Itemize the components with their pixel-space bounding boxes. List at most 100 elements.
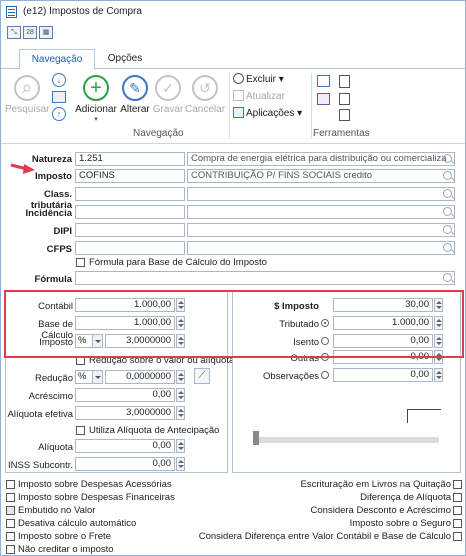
option-label: Considera Diferença entre Valor Contábil… [198, 531, 451, 542]
chat-icon[interactable] [317, 75, 330, 87]
ribbon-separator [229, 73, 230, 139]
imposto-label: Imposto [35, 171, 72, 182]
reducao-unit-select[interactable]: % [75, 370, 103, 384]
option-label: Imposto sobre o Seguro [349, 518, 451, 529]
export-icon[interactable] [339, 109, 350, 121]
option-checkbox[interactable] [453, 532, 462, 541]
option-label: Escrituração em Livros na Quitação [300, 479, 451, 490]
reducao-label: Redução [34, 373, 73, 384]
window: (e12) Impostos de Compra ⤡ 28 ▦ Navegaçã… [0, 0, 466, 556]
search-icon[interactable] [443, 225, 452, 234]
window-title: (e12) Impostos de Compra [23, 6, 142, 17]
plus-icon: + [83, 75, 109, 101]
option-checkbox[interactable] [453, 480, 462, 489]
cancelar-button[interactable]: ↺ Cancelar [185, 75, 225, 115]
cfps-label: CFPS [46, 244, 72, 255]
natureza-field[interactable]: 1.251 [75, 152, 185, 166]
acrescimo-spinner[interactable] [176, 388, 185, 402]
option-checkbox[interactable] [453, 519, 462, 528]
reducao-field[interactable]: 0,0000000 [105, 370, 175, 384]
list-icon[interactable] [52, 91, 66, 103]
option-label: Imposto sobre Despesas Acessórias [18, 479, 172, 490]
atualizar-button[interactable]: Atualizar [233, 90, 285, 104]
calendar-icon[interactable]: 28 [23, 26, 37, 39]
preview-frame [407, 409, 441, 423]
adicionar-label: Adicionar [75, 104, 117, 115]
aliquota-efetiva-label: Alíquota efetiva [7, 409, 74, 420]
option-label: Não creditar o imposto [18, 544, 114, 555]
formula-field[interactable] [75, 271, 455, 285]
pesquisar-button[interactable]: ⌕ Pesquisar [5, 75, 49, 115]
search-icon[interactable] [443, 171, 452, 180]
search-icon[interactable] [443, 154, 452, 163]
option-checkbox[interactable] [6, 480, 15, 489]
magic-wand-icon[interactable]: ⟋ [194, 368, 210, 384]
cfps-field[interactable] [75, 241, 185, 255]
search-icon[interactable] [443, 207, 452, 216]
observacoes-field[interactable]: 0,00 [333, 368, 433, 382]
gravar-label: Gravar [152, 104, 184, 115]
tab-navegacao[interactable]: Navegação [19, 49, 95, 70]
option-checkbox[interactable] [6, 545, 15, 554]
alterar-button[interactable]: ✎ Alterar [119, 75, 151, 115]
aplicacoes-button[interactable]: Aplicações ▾ [233, 107, 302, 121]
reducao-unit-value: % [78, 371, 87, 382]
tab-opcoes[interactable]: Opções [99, 49, 151, 70]
observacoes-label: Observações [263, 371, 319, 382]
collapse-icon[interactable]: ⤡ [7, 26, 21, 39]
imposto-field[interactable]: COFINS [75, 169, 185, 183]
delete-icon [233, 73, 244, 84]
option-checkbox[interactable] [6, 506, 15, 515]
highlight-box [4, 290, 464, 358]
incidencia-description [187, 205, 455, 219]
acrescimo-field[interactable]: 0,00 [75, 388, 175, 402]
aliquota-field[interactable]: 0,00 [75, 439, 175, 453]
pencil-icon: ✎ [122, 75, 148, 101]
aliquota-efetiva-spinner[interactable] [176, 406, 185, 420]
aliquota-spinner[interactable] [176, 439, 185, 453]
print-icon[interactable] [339, 93, 350, 105]
grid-icon[interactable]: ▦ [39, 26, 53, 39]
check-icon: ✓ [155, 75, 181, 101]
incidencia-label: Incidência [25, 208, 72, 219]
antecipacao-checkbox[interactable] [76, 426, 85, 435]
formula-base-checkbox[interactable] [76, 258, 85, 267]
option-checkbox[interactable] [6, 532, 15, 541]
report-icon[interactable] [317, 93, 330, 105]
option-label: Diferença de Alíquota [360, 492, 451, 503]
slider-handle[interactable] [253, 431, 259, 445]
observacoes-spinner[interactable] [434, 368, 443, 382]
slider-track[interactable] [253, 437, 439, 443]
option-label: Considera Desconto e Acréscimo [310, 505, 451, 516]
apps-icon [233, 107, 244, 118]
dipi-field[interactable] [75, 223, 185, 237]
cfps-description [187, 241, 455, 255]
aliquota-label: Alíquota [38, 442, 73, 453]
acrescimo-label: Acréscimo [28, 391, 73, 402]
class-tributaria-field[interactable] [75, 187, 185, 201]
option-checkbox[interactable] [6, 519, 15, 528]
arrow-up-icon[interactable]: ↑ [52, 107, 66, 121]
observacoes-radio[interactable] [321, 371, 329, 379]
option-checkbox[interactable] [6, 493, 15, 502]
adicionar-button[interactable]: + Adicionar ▾ [73, 75, 119, 123]
incidencia-field[interactable] [75, 205, 185, 219]
search-icon: ⌕ [14, 75, 40, 101]
gravar-button[interactable]: ✓ Gravar [151, 75, 185, 115]
excluir-button[interactable]: Excluir ▾ [233, 73, 284, 87]
search-icon[interactable] [443, 189, 452, 198]
copy-icon[interactable] [339, 75, 350, 88]
inss-spinner[interactable] [176, 457, 185, 471]
search-icon[interactable] [443, 243, 452, 252]
chevron-down-icon [92, 371, 102, 383]
aliquota-efetiva-field[interactable]: 3,0000000 [75, 406, 175, 420]
option-checkbox[interactable] [453, 493, 462, 502]
inss-field[interactable]: 0,00 [75, 457, 175, 471]
app-icon [6, 6, 17, 18]
antecipacao-label: Utiliza Alíquota de Antecipação [89, 425, 220, 436]
reducao-spinner[interactable] [176, 370, 185, 384]
option-checkbox[interactable] [453, 506, 462, 515]
search-icon[interactable] [443, 273, 452, 282]
option-label: Embutido no Valor [18, 505, 96, 516]
arrow-down-icon[interactable]: ↓ [52, 73, 66, 87]
